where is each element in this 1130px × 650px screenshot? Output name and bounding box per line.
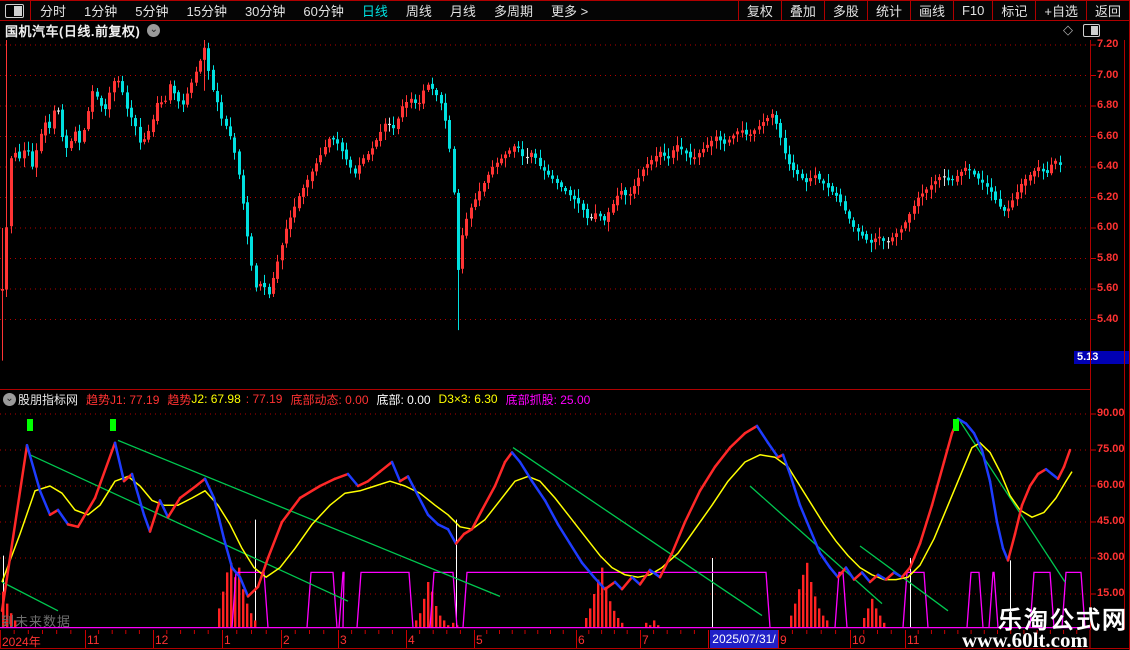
stock-title: 国机汽车(日线.前复权) (5, 23, 141, 39)
period-item-9[interactable]: 月线 (441, 1, 485, 20)
split-panel-icon[interactable] (1083, 23, 1100, 37)
indicator-value-2: 趋势 (167, 392, 192, 407)
date-label: 11 (907, 633, 920, 647)
price-label: 5.80 (1097, 251, 1119, 264)
indicator-value-1: 趋势J1: 77.19 (86, 392, 160, 407)
main-candlestick-chart[interactable] (0, 40, 1130, 390)
period-item-2[interactable]: 1分钟 (75, 1, 126, 20)
indicator-value-5: 底部动态: 0.00 (290, 392, 369, 407)
indicator-value-label: 15.00 (1097, 587, 1125, 599)
period-item-5[interactable]: 30分钟 (236, 1, 294, 20)
tool-item-2[interactable]: 叠加 (782, 1, 824, 20)
indicator-collapse-icon[interactable]: ⌄ (3, 392, 16, 406)
price-label: 7.00 (1097, 68, 1119, 81)
indicator-value-4: : 77.19 (245, 392, 283, 406)
tool-menu: 复权 叠加 多股 统计 画线 F10 标记 +自选 返回 (737, 0, 1130, 21)
date-axis[interactable]: 2024年11121234567910112025/07/31/四 (0, 630, 1130, 649)
indicator-value-label: 60.00 (1097, 479, 1125, 491)
period-menu: 分时 1分钟 5分钟 15分钟 30分钟 60分钟 日线 周线 月线 多周期 更多 > (0, 0, 597, 21)
tool-item-9[interactable]: 返回 (1087, 1, 1129, 20)
price-label: 6.80 (1097, 99, 1119, 111)
highlighted-date[interactable]: 2025/07/31/四 (710, 630, 778, 648)
future-data-note: 看到未来数据 (0, 614, 72, 629)
bottom-border (0, 648, 1130, 649)
price-label: 7.20 (1097, 38, 1119, 50)
indicator-value-8: 底部抓股: 25.00 (505, 392, 591, 407)
date-label: 5 (476, 633, 483, 647)
axis-border-left (1090, 40, 1091, 630)
period-item-6[interactable]: 60分钟 (294, 1, 352, 20)
period-item-8[interactable]: 周线 (397, 1, 441, 20)
price-label: 6.60 (1097, 129, 1119, 142)
date-label: 3 (340, 633, 347, 647)
tool-item-1[interactable]: 复权 (739, 1, 781, 20)
period-item-7[interactable]: 日线 (353, 1, 397, 20)
date-label: 12 (155, 633, 169, 647)
chevron-down-icon[interactable]: ⌄ (147, 23, 161, 37)
date-axis-ticks (13, 630, 1091, 648)
price-label: 6.40 (1097, 160, 1119, 172)
indicator-value-label: 75.00 (1097, 443, 1125, 455)
indicator-value-6: 底部: 0.00 (376, 392, 431, 407)
price-label: 5.40 (1097, 312, 1119, 325)
panel-divider (0, 389, 1090, 390)
period-item-3[interactable]: 5分钟 (126, 1, 177, 20)
axis-border-right (1124, 40, 1125, 630)
date-label: 1 (224, 633, 231, 647)
date-label: 10 (852, 633, 866, 647)
tool-item-5[interactable]: 画线 (911, 1, 953, 20)
watermark-url: www.60lt.com (962, 628, 1088, 650)
tool-item-4[interactable]: 统计 (868, 1, 910, 20)
top-menu-bar: 分时 1分钟 5分钟 15分钟 30分钟 60分钟 日线 周线 月线 多周期 更多 > 复权 叠加 多股… (0, 0, 1130, 21)
tool-item-3[interactable]: 多股 (825, 1, 867, 20)
indicator-header: ⌄ 股朋指标网 趋势J1: 77.19 趋势 J2: 67.98 : 77.19 底部动… (0, 391, 1090, 407)
indicator-name: 股朋指标网 (18, 392, 79, 407)
indicator-value-label: 45.00 (1097, 515, 1125, 527)
date-label: 7 (642, 633, 649, 647)
tool-item-7[interactable]: 标记 (993, 1, 1035, 20)
indicator-chart[interactable] (0, 408, 1130, 630)
price-label: 5.60 (1097, 282, 1119, 294)
period-item-4[interactable]: 15分钟 (177, 1, 235, 20)
period-item-11[interactable]: 更多 > (542, 1, 597, 20)
date-axis-left-edge (0, 630, 1, 649)
date-label: 11 (87, 633, 100, 647)
lowest-price-badge: 5.13 (1074, 351, 1130, 364)
date-label: 4 (408, 633, 415, 647)
period-item-1[interactable]: 分时 (31, 1, 75, 20)
price-label: 6.20 (1097, 190, 1119, 203)
indicator-value-label: 30.00 (1097, 551, 1125, 563)
date-label: 9 (780, 633, 787, 647)
date-label: 6 (578, 633, 585, 647)
price-label: 6.00 (1097, 221, 1119, 233)
trading-app-window: 分时 1分钟 5分钟 15分钟 30分钟 60分钟 日线 周线 月线 多周期 更多 > 复权 叠加 多股… (0, 0, 1130, 650)
date-label: 2 (283, 633, 290, 647)
window-split-icon[interactable] (5, 3, 24, 18)
chart-title-bar: 国机汽车(日线.前复权) ⌄ ◇ (0, 20, 1130, 40)
indicator-value-7: D3×3: 6.30 (438, 392, 498, 406)
period-item-10[interactable]: 多周期 (485, 1, 542, 20)
indicator-value-label: 90.00 (1097, 407, 1125, 419)
tool-item-8[interactable]: +自选 (1036, 1, 1086, 20)
indicator-value-3: J2: 67.98 (191, 392, 241, 406)
diamond-icon[interactable]: ◇ (1063, 22, 1073, 38)
tool-item-6[interactable]: F10 (954, 3, 992, 18)
